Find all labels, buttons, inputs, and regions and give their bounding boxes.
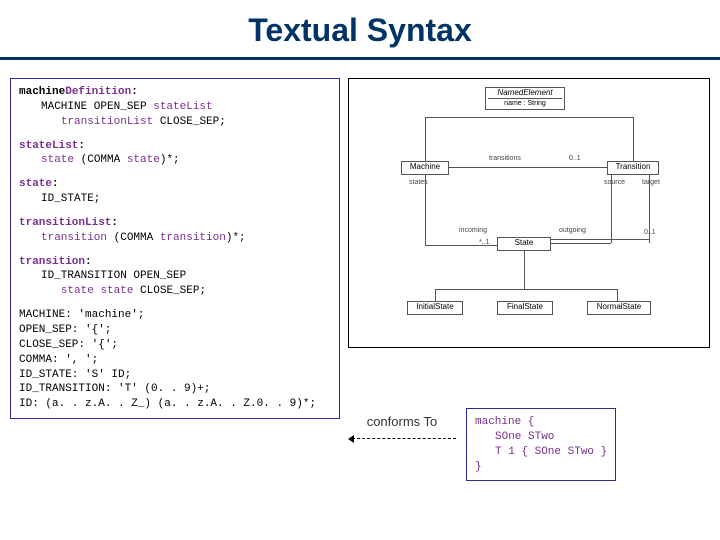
rule-machine-def: machineDefinition: MACHINE OPEN_SEP stat… [19, 85, 331, 130]
label-outgoing: outgoing [559, 227, 586, 234]
rule-state-list: stateList: state (COMMA state)*; [19, 139, 331, 169]
slide-title: Textual Syntax [248, 12, 471, 49]
uml-edge [524, 251, 525, 289]
rule-body: MACHINE OPEN_SEP stateList transitionLis… [19, 100, 331, 130]
uml-edge [425, 117, 525, 118]
uml-final: FinalState [497, 301, 553, 315]
label-states: states [409, 179, 428, 186]
rule-head: state: [19, 178, 59, 190]
uml-label: NamedElement [488, 89, 562, 98]
label-transitions: transitions [489, 155, 521, 162]
title-bar: Textual Syntax [0, 0, 720, 60]
diagram-column: NamedElement name : String Machine Trans… [348, 78, 710, 481]
rule-state: state: ID_STATE; [19, 177, 331, 207]
rule-body: transition (COMMA transition)*; [19, 231, 331, 246]
label-one: 0..1 [569, 155, 581, 162]
grammar-column: machineDefinition: MACHINE OPEN_SEP stat… [10, 78, 340, 481]
code-text: } [475, 461, 482, 473]
instance-line: SOne STwo [475, 430, 607, 445]
token-comma: COMMA: ', '; [19, 353, 331, 368]
uml-named-element: NamedElement name : String [485, 87, 565, 110]
rule-transition: transition: ID_TRANSITION OPEN_SEP state… [19, 255, 331, 300]
uml-transition: Transition [607, 161, 659, 175]
label-source: source [604, 179, 625, 186]
token-idtrans: ID_TRANSITION: 'T' (0. . 9)+; [19, 382, 331, 397]
uml-edge [617, 289, 618, 301]
uml-state: State [497, 237, 551, 251]
uml-initial: InitialState [407, 301, 463, 315]
uml-edge [435, 289, 436, 301]
conforms-row: conforms To machine { SOne STwo T 1 { SO… [348, 408, 710, 481]
instance-box: machine { SOne STwo T 1 { SOne STwo } } [466, 408, 616, 481]
conforms-label: conforms To [348, 408, 456, 429]
token-id: ID: (a. . z.A. . Z_) (a. . z.A. . Z.0. .… [19, 397, 331, 412]
code-text: SOne STwo [495, 431, 554, 443]
uml-edge [633, 117, 634, 161]
rule-tokens: MACHINE: 'machine'; OPEN_SEP: '{'; CLOSE… [19, 308, 331, 412]
uml-edge [525, 117, 633, 118]
label-star-range: *..1 [479, 239, 490, 246]
rule-body: ID_TRANSITION OPEN_SEP state state CLOSE… [19, 269, 331, 299]
arrow-icon [348, 433, 456, 443]
uml-edge [425, 117, 426, 161]
uml-edge [551, 243, 611, 244]
token-idstate: ID_STATE: 'S' ID; [19, 368, 331, 383]
content-area: machineDefinition: MACHINE OPEN_SEP stat… [0, 60, 720, 491]
uml-edge [449, 167, 607, 168]
code-text: machine { [475, 416, 534, 428]
instance-line: } [475, 460, 607, 475]
label-target: target [642, 179, 660, 186]
rule-head: transition: [19, 256, 92, 268]
instance-line: T 1 { SOne STwo } [475, 445, 607, 460]
uml-machine: Machine [401, 161, 449, 175]
rule-body: ID_STATE; [19, 192, 331, 207]
label-star: 0..1 [644, 229, 656, 236]
rule-head: stateList: [19, 140, 85, 152]
rule-head: machineDefinition: [19, 86, 138, 98]
uml-normal: NormalState [587, 301, 651, 315]
grammar-box: machineDefinition: MACHINE OPEN_SEP stat… [10, 78, 340, 419]
code-text: T 1 { SOne STwo } [495, 446, 607, 458]
token-close: CLOSE_SEP: '{'; [19, 338, 331, 353]
conforms-block: conforms To [348, 408, 456, 443]
uml-attr: name : String [488, 98, 562, 109]
rule-head: transitionList: [19, 217, 118, 229]
rule-transition-list: transitionList: transition (COMMA transi… [19, 216, 331, 246]
token-machine: MACHINE: 'machine'; [19, 308, 331, 323]
label-incoming: incoming [459, 227, 487, 234]
uml-edge [551, 239, 649, 240]
uml-edge [435, 289, 617, 290]
rule-body: state (COMMA state)*; [19, 153, 331, 168]
instance-line: machine { [475, 415, 607, 430]
token-open: OPEN_SEP: '{'; [19, 323, 331, 338]
uml-diagram: NamedElement name : String Machine Trans… [348, 78, 710, 348]
